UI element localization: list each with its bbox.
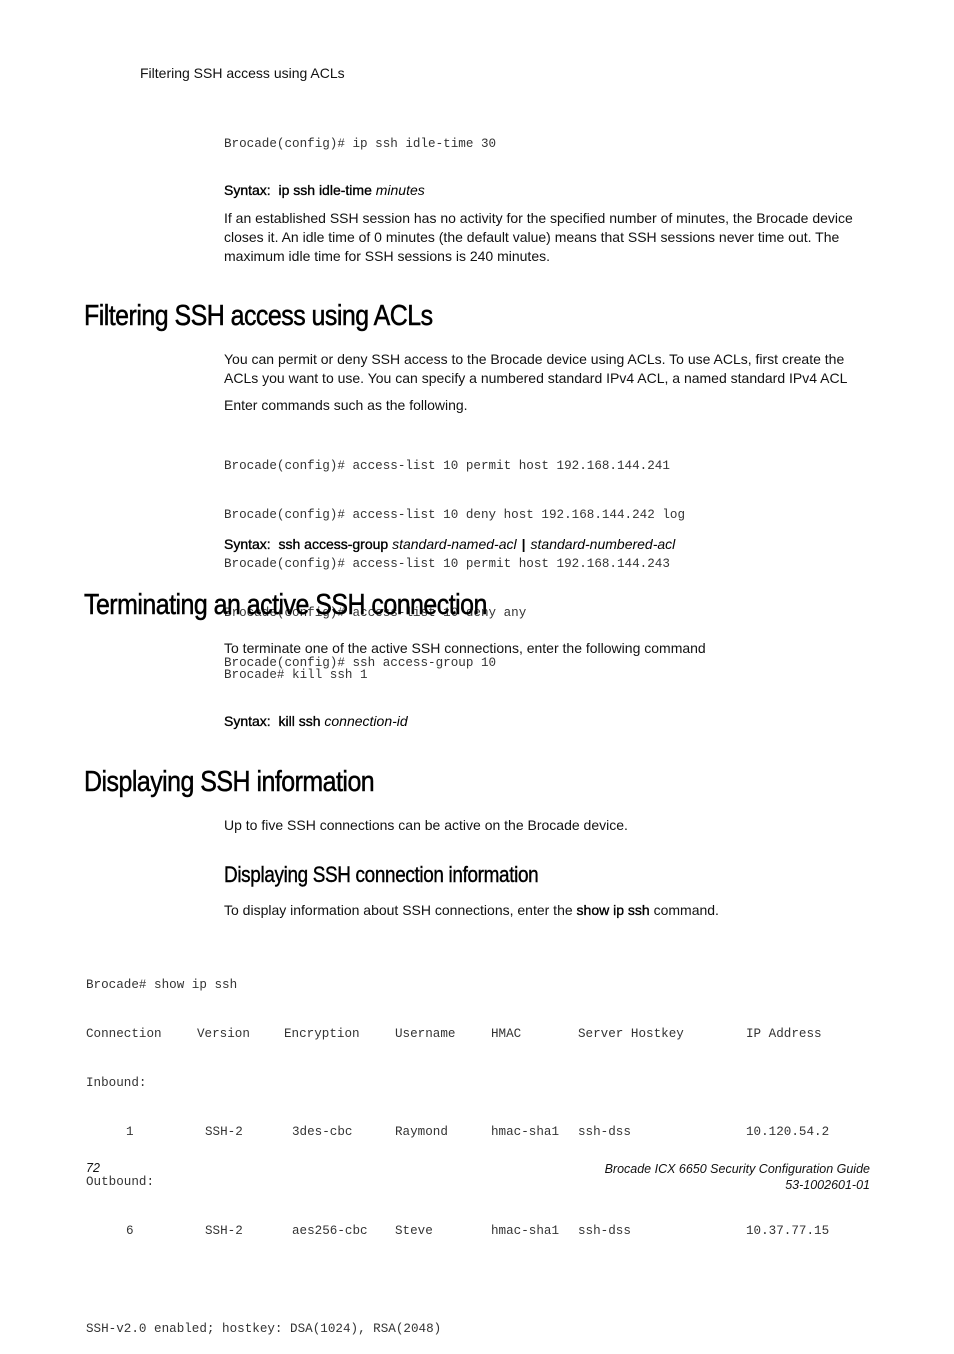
heading-displaying-ssh-information: Displaying SSH information — [84, 766, 375, 799]
heading-filtering-ssh-access: Filtering SSH access using ACLs — [84, 300, 434, 333]
footer-doc-title: Brocade ICX 6650 Security Configuration … — [604, 1162, 870, 1176]
syntax-argument: connection-id — [324, 713, 408, 729]
page-number: 72 — [86, 1161, 100, 1175]
footer-doc-number: 53-1002601-01 — [785, 1178, 870, 1192]
syntax-label: Syntax: — [224, 536, 271, 552]
syntax-kill-ssh: Syntax: kill ssh connection-id — [224, 713, 408, 729]
column-header-ip-address: IP Address — [746, 1027, 822, 1042]
idle-time-description: If an established SSH session has no act… — [224, 210, 853, 264]
paragraph-line: ACLs you want to use. You can specify a … — [224, 370, 848, 386]
cell-server-hostkey: ssh-dss — [578, 1223, 631, 1238]
show-ip-ssh-paragraph: To display information about SSH connect… — [224, 901, 879, 920]
paragraph-line: You can permit or deny SSH access to the… — [224, 351, 845, 367]
code-example-kill-ssh: Brocade# kill ssh 1 — [224, 667, 368, 683]
column-header-connection: Connection — [86, 1027, 162, 1042]
column-header-version: Version — [197, 1027, 250, 1042]
cell-server-hostkey: ssh-dss — [578, 1125, 631, 1140]
table-row: 1 SSH-2 3des-cbc Raymond hmac-sha1 ssh-dss 10.… — [86, 1124, 829, 1140]
show-ip-ssh-output: Brocade# show ip ssh Connection Version En… — [86, 944, 829, 1354]
syntax-command: ssh access-group — [278, 536, 389, 552]
syntax-argument: standard-numbered-acl — [530, 536, 676, 552]
displaying-paragraph: Up to five SSH connections can be active… — [224, 817, 628, 833]
cell-version: SSH-2 — [205, 1223, 243, 1238]
syntax-label: Syntax: — [224, 713, 271, 729]
code-line-prompt: Brocade# show ip ssh — [86, 977, 238, 992]
code-line-status: SSH-v2.0 enabled; hostkey: DSA(1024), RS… — [86, 1322, 442, 1337]
cell-hmac: hmac-sha1 — [491, 1223, 560, 1238]
syntax-ssh-access-group: Syntax: ssh access-group standard-named-… — [224, 536, 675, 552]
code-example-idle-time: Brocade(config)# ip ssh idle-time 30 — [224, 136, 496, 152]
footer-doc-info: Brocade ICX 6650 Security Configuration … — [605, 1161, 870, 1193]
column-header-hmac: HMAC — [491, 1027, 522, 1042]
cell-encryption: 3des-cbc — [292, 1125, 353, 1140]
column-header-server-hostkey: Server Hostkey — [578, 1027, 684, 1042]
syntax-separator: | — [521, 536, 526, 552]
heading-displaying-ssh-connection-information: Displaying SSH connection information — [224, 862, 539, 887]
inline-command: show ip ssh — [576, 902, 650, 918]
filtering-intro-paragraph: You can permit or deny SSH access to the… — [224, 350, 904, 388]
cell-ip-address: 10.120.54.2 — [746, 1125, 830, 1140]
paragraph-text: command. — [649, 902, 719, 918]
code-line: Brocade(config)# access-list 10 permit h… — [224, 557, 670, 572]
cell-connection: 6 — [126, 1223, 134, 1238]
heading-terminating-ssh-connection: Terminating an active SSH connection — [84, 589, 488, 622]
syntax-command: kill ssh — [278, 713, 321, 729]
cell-username: Steve — [395, 1223, 433, 1238]
cell-username: Raymond — [395, 1125, 448, 1140]
cell-encryption: aes256-cbc — [292, 1223, 368, 1238]
cell-version: SSH-2 — [205, 1125, 243, 1140]
running-header: Filtering SSH access using ACLs — [140, 65, 345, 81]
code-line: Brocade(config)# ip ssh idle-time 30 — [224, 137, 497, 151]
terminating-paragraph: To terminate one of the active SSH conne… — [224, 640, 706, 656]
cell-ip-address: 10.37.77.15 — [746, 1223, 830, 1238]
code-line: Brocade(config)# access-list 10 deny hos… — [224, 508, 686, 523]
column-header-username: Username — [395, 1027, 456, 1042]
column-header-encryption: Encryption — [284, 1027, 360, 1042]
cell-hmac: hmac-sha1 — [491, 1125, 560, 1140]
group-label-outbound: Outbound: — [86, 1174, 155, 1189]
group-label-inbound: Inbound: — [86, 1076, 147, 1091]
syntax-command: ip ssh idle-time — [278, 182, 372, 198]
syntax-argument: standard-named-acl — [392, 536, 517, 552]
syntax-idle-time: Syntax: ip ssh idle-time minutes — [224, 182, 425, 198]
cell-connection: 1 — [126, 1125, 134, 1140]
filtering-enter-commands: Enter commands such as the following. — [224, 397, 468, 413]
syntax-argument: minutes — [375, 182, 425, 198]
table-row: 6 SSH-2 aes256-cbc Steve hmac-sha1 ssh-dss 10.… — [86, 1223, 829, 1239]
code-line: Brocade(config)# access-list 10 permit h… — [224, 458, 670, 473]
syntax-label: Syntax: — [224, 182, 271, 198]
code-line-columns: Connection Version Encryption Username HMAC S… — [86, 1026, 822, 1042]
code-line: Brocade# kill ssh 1 — [224, 668, 368, 682]
paragraph-text: To display information about SSH connect… — [224, 902, 577, 918]
